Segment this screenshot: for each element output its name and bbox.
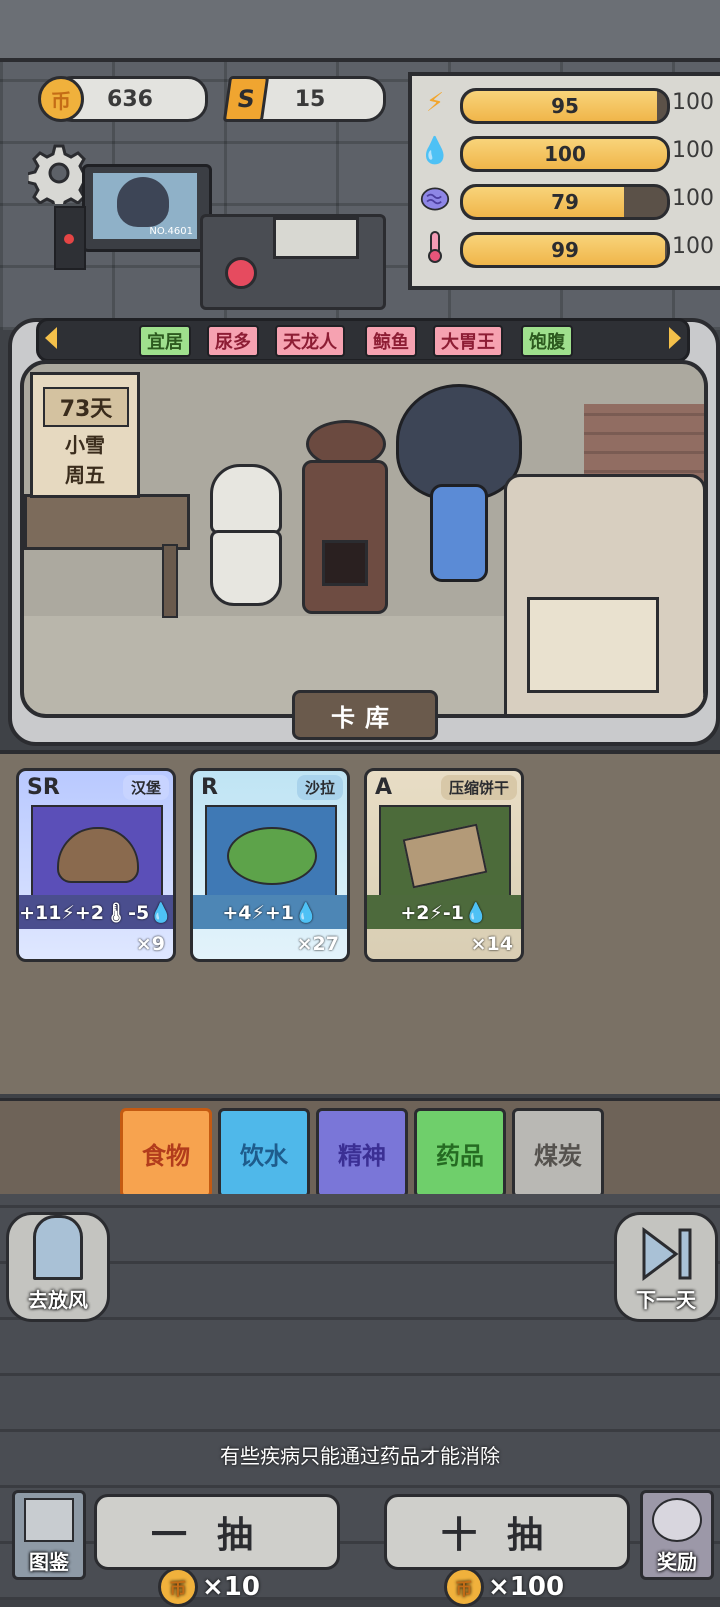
weekday-label: 周五: [65, 463, 105, 487]
water-icon: 💧: [418, 136, 452, 166]
stats-panel: ⚡ 95 100 💧 100 100 79 100 99 100: [408, 72, 720, 290]
ten-draw-button[interactable]: 十抽: [384, 1494, 630, 1570]
thermometer-icon: [420, 231, 450, 263]
codex-label: 图鉴: [29, 1550, 69, 1574]
monitor-screen: NO.4601: [82, 164, 212, 252]
coin-glyph: 币: [51, 88, 71, 113]
prisoner-portrait: [117, 177, 169, 227]
temperature-value: 99: [551, 238, 579, 262]
trait-prev-arrow-icon[interactable]: [45, 327, 57, 349]
prisoner-character[interactable]: [396, 384, 522, 584]
card-compressed-biscuit[interactable]: A 压缩饼干 +2⚡-1💧 ×14: [364, 768, 524, 962]
monitor-display: NO.4601: [93, 173, 197, 239]
coin-count: 636: [107, 86, 153, 112]
coin-icon: 币: [444, 1567, 484, 1607]
card-hamburger[interactable]: SR 汉堡 +11⚡+2🌡-5💧 ×9: [16, 768, 176, 962]
weather-label: 小雪: [65, 433, 105, 457]
water-bar: 100: [460, 136, 670, 172]
trait-tag[interactable]: 天龙人: [275, 325, 345, 357]
table: [24, 494, 190, 550]
monitor-side-panel: [54, 206, 86, 270]
card-effect: +11⚡+2🌡-5💧: [19, 895, 173, 929]
monitor-number: NO.4601: [149, 226, 193, 237]
single-draw-cost-value: ×10: [202, 1572, 260, 1602]
ten-draw-cost-value: ×100: [488, 1572, 565, 1602]
ticket-count: 15: [294, 86, 326, 112]
table-leg: [162, 544, 178, 618]
top-ceiling-strip: [0, 0, 720, 62]
book-icon: [24, 1498, 74, 1542]
alarm-light-icon: [225, 257, 257, 289]
trait-tag[interactable]: 宜居: [139, 325, 191, 357]
coal-stove: [302, 420, 388, 614]
coin-icon: 币: [158, 1567, 198, 1607]
go-out-button[interactable]: 去放风: [6, 1212, 110, 1322]
energy-bar: 95: [460, 88, 670, 124]
settings-gear-icon[interactable]: [25, 142, 93, 212]
mind-max: 100: [672, 186, 714, 211]
brain-icon: [420, 184, 450, 214]
temperature-max: 100: [672, 234, 714, 259]
energy-max: 100: [672, 90, 714, 115]
reward-label: 奖励: [657, 1550, 697, 1574]
skip-forward-icon: [642, 1227, 692, 1281]
temperature-bar: 99: [460, 232, 670, 268]
salad-icon: [205, 805, 337, 899]
coin-icon: 币: [38, 76, 84, 122]
card-rank: SR: [27, 775, 60, 800]
biscuit-icon: [379, 805, 511, 899]
hamburger-icon: [31, 805, 163, 899]
next-day-label: 下一天: [636, 1288, 696, 1312]
card-effect: +2⚡-1💧: [367, 895, 521, 929]
card-name: 沙拉: [296, 775, 343, 800]
single-draw-button[interactable]: 一抽: [94, 1494, 340, 1570]
card-count: ×27: [296, 933, 339, 955]
codex-button[interactable]: 图鉴: [12, 1490, 86, 1580]
toilet: [210, 464, 282, 606]
trait-tag[interactable]: 饱腹: [521, 325, 573, 357]
tip-text: 有些疾病只能通过药品才能消除: [220, 1444, 500, 1468]
trait-tag[interactable]: 尿多: [207, 325, 259, 357]
ticket-icon: S: [222, 76, 270, 122]
card-rank: A: [375, 775, 393, 800]
inventory-title: 卡库: [292, 690, 438, 740]
bed: [504, 474, 704, 714]
card-name: 汉堡: [122, 775, 169, 800]
card-name: 压缩饼干: [440, 775, 517, 800]
day-count: 73天: [43, 387, 129, 427]
card-rank: R: [201, 775, 218, 800]
energy-value: 95: [551, 94, 579, 118]
mind-bar: 79: [460, 184, 670, 220]
next-day-button[interactable]: 下一天: [614, 1212, 718, 1322]
water-max: 100: [672, 138, 714, 163]
trait-next-arrow-icon[interactable]: [669, 327, 681, 349]
tab-spirit[interactable]: 精神: [316, 1108, 408, 1198]
trait-tag[interactable]: 鲸鱼: [365, 325, 417, 357]
mouse-icon: [652, 1498, 702, 1542]
card-effect: +4⚡+1💧: [193, 895, 347, 929]
wall-machinery: [200, 214, 386, 310]
tab-food[interactable]: 食物: [120, 1108, 212, 1198]
card-count: ×14: [470, 933, 513, 955]
card-count: ×9: [135, 933, 165, 955]
go-out-label: 去放风: [28, 1288, 88, 1312]
card-salad[interactable]: R 沙拉 +4⚡+1💧 ×27: [190, 768, 350, 962]
ten-draw-cost: 币 ×100: [444, 1567, 565, 1607]
water-value: 100: [544, 142, 586, 166]
ticket-glyph: S: [235, 85, 257, 113]
single-draw-cost: 币 ×10: [158, 1567, 260, 1607]
day-calendar: 73天 小雪 周五: [30, 372, 140, 498]
trait-tag[interactable]: 大胃王: [433, 325, 503, 357]
reward-button[interactable]: 奖励: [640, 1490, 714, 1580]
door-icon: [33, 1215, 83, 1280]
trait-bar: 宜居 尿多 天龙人 鲸鱼 大胃王 饱腹: [36, 318, 690, 362]
energy-icon: ⚡: [425, 88, 445, 118]
tab-medicine[interactable]: 药品: [414, 1108, 506, 1198]
tab-coal[interactable]: 煤炭: [512, 1108, 604, 1198]
tab-water[interactable]: 饮水: [218, 1108, 310, 1198]
mind-value: 79: [551, 190, 579, 214]
